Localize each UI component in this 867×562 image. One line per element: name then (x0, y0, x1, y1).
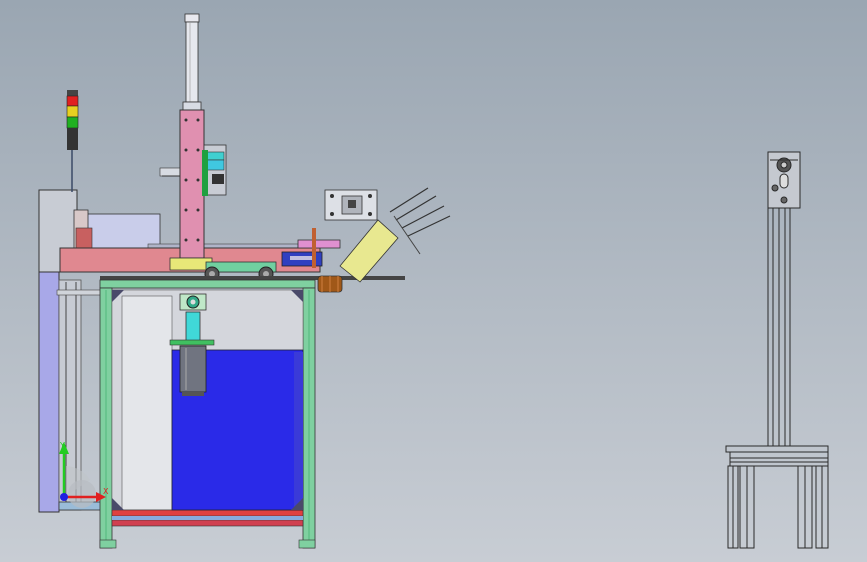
cad-drawing: Y X (38, 13, 829, 549)
signal-light-green (66, 116, 79, 129)
front-view-machine (38, 13, 451, 549)
signal-light-red (66, 95, 79, 107)
side-view-machine (725, 151, 829, 549)
signal-light-yellow (66, 105, 79, 118)
vertical-slide (179, 13, 227, 259)
axis-y-label: Y (59, 441, 65, 450)
cad-viewport[interactable]: Y X (0, 0, 867, 562)
axis-x-label: X (103, 487, 109, 496)
gripper-detail (324, 189, 378, 221)
signal-tower (66, 90, 79, 192)
